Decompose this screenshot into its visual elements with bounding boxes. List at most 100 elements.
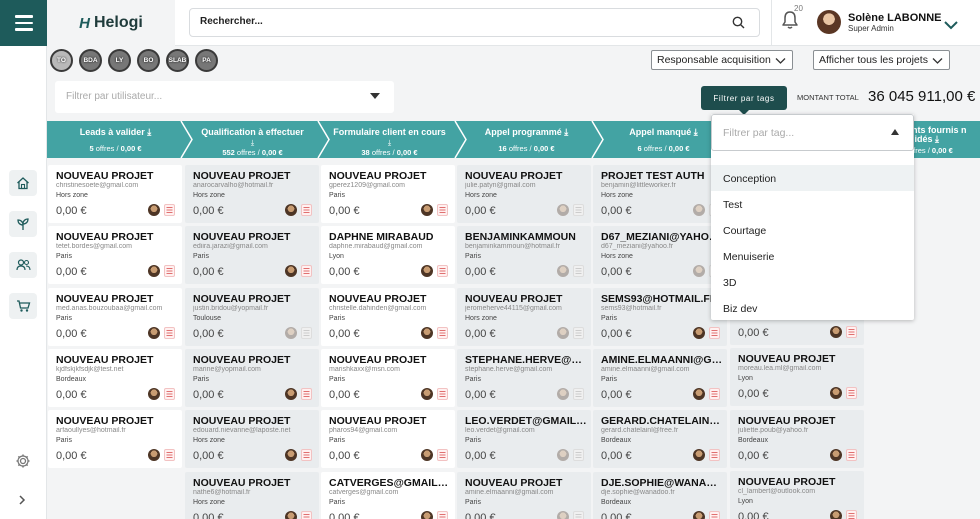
assignee-avatar[interactable] xyxy=(421,327,433,339)
list-icon[interactable] xyxy=(846,510,857,519)
list-icon[interactable] xyxy=(437,449,448,461)
user-filter-input[interactable] xyxy=(66,91,356,102)
assignee-avatar[interactable] xyxy=(557,204,569,216)
project-card[interactable]: D67_MEZIANI@YAHOO.FR d67_meziani@yahoo.fr… xyxy=(593,226,727,284)
assignee-avatar[interactable] xyxy=(830,449,842,461)
list-icon[interactable] xyxy=(437,204,448,216)
assignee-avatar[interactable] xyxy=(557,327,569,339)
tag-filter-input[interactable] xyxy=(723,127,873,139)
list-icon[interactable] xyxy=(437,327,448,339)
home-icon[interactable] xyxy=(9,170,37,196)
list-icon[interactable] xyxy=(709,388,720,400)
project-card[interactable]: NOUVEAU PROJET ediira.jarazi@gmail.com Par… xyxy=(185,226,319,284)
assignee-avatar[interactable] xyxy=(285,388,297,400)
assignee-avatar[interactable] xyxy=(148,327,160,339)
list-icon[interactable] xyxy=(301,327,312,339)
tag-option[interactable]: Courtage xyxy=(711,217,914,243)
tag-filter-field[interactable] xyxy=(711,114,914,151)
users-icon[interactable] xyxy=(9,252,37,278)
project-card[interactable]: SEMS93@HOTMAIL.FR sems93@hotmail.fr Paris 0… xyxy=(593,288,727,346)
project-card[interactable]: BENJAMINKAMMOUN benjaminkammoun@hotmail.f… xyxy=(457,226,591,284)
list-icon[interactable] xyxy=(164,204,175,216)
assignee-avatar[interactable] xyxy=(557,388,569,400)
user-avatar[interactable]: TO xyxy=(50,49,73,72)
assignee-avatar[interactable] xyxy=(421,449,433,461)
list-icon[interactable] xyxy=(437,265,448,277)
list-icon[interactable] xyxy=(573,388,584,400)
assignee-avatar[interactable] xyxy=(693,449,705,461)
project-card[interactable]: NOUVEAU PROJET amine.elmaanni@gmail.com Pa… xyxy=(457,472,591,519)
project-card[interactable]: DAPHNE MIRABAUD daphne.mirabaud@gmail.com… xyxy=(321,226,455,284)
assignee-avatar[interactable] xyxy=(557,265,569,277)
project-card[interactable]: NOUVEAU PROJET anarocarvalho@hotmail.fr Ho… xyxy=(185,165,319,223)
project-card[interactable]: NOUVEAU PROJET edouard.nievanne@laposte.n… xyxy=(185,410,319,468)
project-card[interactable]: NOUVEAU PROJET justin.bridou@yopmail.fr To… xyxy=(185,288,319,346)
tag-option[interactable]: Menuiserie xyxy=(711,243,914,269)
assignee-avatar[interactable] xyxy=(148,204,160,216)
filter-tags-button[interactable]: Filtrer par tags xyxy=(701,86,787,115)
user-avatar[interactable]: SLAB xyxy=(166,49,189,72)
project-card[interactable]: NOUVEAU PROJET cl_lambert@outlook.com Lyon… xyxy=(730,471,864,519)
user-avatar[interactable]: LY xyxy=(108,49,131,72)
assignee-avatar[interactable] xyxy=(285,511,297,519)
user-avatar[interactable]: BO xyxy=(137,49,160,72)
search-input[interactable] xyxy=(200,16,700,27)
caret-up-icon[interactable] xyxy=(891,129,899,135)
project-card[interactable]: NOUVEAU PROJET christinesoete@gmail.com Ho… xyxy=(48,165,182,223)
tag-option[interactable]: Conception xyxy=(711,165,914,191)
project-card[interactable]: LEO.VERDET@GMAIL.COMleo.verdet@gmail.com… xyxy=(457,410,591,468)
assignee-avatar[interactable] xyxy=(830,387,842,399)
project-card[interactable]: NOUVEAU PROJET moreau.lea.ml@gmail.com Lyo… xyxy=(730,348,864,406)
list-icon[interactable] xyxy=(164,327,175,339)
list-icon[interactable] xyxy=(573,511,584,519)
menu-icon[interactable] xyxy=(0,0,47,46)
assignee-avatar[interactable] xyxy=(693,327,705,339)
avatar[interactable] xyxy=(817,10,841,34)
assignee-avatar[interactable] xyxy=(285,449,297,461)
list-icon[interactable] xyxy=(573,265,584,277)
assignee-avatar[interactable] xyxy=(693,388,705,400)
list-icon[interactable] xyxy=(846,387,857,399)
assignee-avatar[interactable] xyxy=(693,204,705,216)
assignee-avatar[interactable] xyxy=(421,204,433,216)
assignee-avatar[interactable] xyxy=(148,388,160,400)
role-select[interactable]: Responsable acquisition xyxy=(651,50,793,70)
chevron-right-icon[interactable] xyxy=(17,493,27,511)
project-card[interactable]: NOUVEAU PROJET jeromeherve44115@gmail.com… xyxy=(457,288,591,346)
list-icon[interactable] xyxy=(573,327,584,339)
project-card[interactable]: NOUVEAU PROJET nathe6@hotmail.fr Hors zone… xyxy=(185,472,319,519)
project-card[interactable]: GERARD.CHATELAIN@FREEgerard.chatelainl@f… xyxy=(593,410,727,468)
tag-option[interactable]: 3D xyxy=(711,269,914,295)
logo[interactable]: H Helogi xyxy=(47,0,175,46)
project-card[interactable]: NOUVEAU PROJET pharos94@gmail.com Paris 0,0… xyxy=(321,410,455,468)
list-icon[interactable] xyxy=(709,449,720,461)
assignee-avatar[interactable] xyxy=(285,265,297,277)
search-box[interactable] xyxy=(189,8,760,37)
user-filter[interactable] xyxy=(55,81,394,113)
projects-select[interactable]: Afficher tous les projets xyxy=(813,50,950,70)
cart-icon[interactable] xyxy=(9,293,37,319)
list-icon[interactable] xyxy=(846,449,857,461)
search-icon[interactable] xyxy=(732,16,745,34)
list-icon[interactable] xyxy=(301,204,312,216)
list-icon[interactable] xyxy=(846,326,857,338)
list-icon[interactable] xyxy=(301,388,312,400)
project-card[interactable]: AMINE.ELMAANNI@GMAILamine.elmaanni@gmail… xyxy=(593,349,727,407)
project-card[interactable]: NOUVEAU PROJET marishkaxx@msn.com Paris 0,0… xyxy=(321,349,455,407)
tag-option[interactable]: Test xyxy=(711,191,914,217)
bell-icon[interactable] xyxy=(781,10,799,35)
project-card[interactable]: NOUVEAU PROJET julie.patyn@gmail.com Hors … xyxy=(457,165,591,223)
project-card[interactable]: NOUVEAU PROJET arfaoullyes@hotmail.fr Pari… xyxy=(48,410,182,468)
project-card[interactable]: NOUVEAU PROJET juliette.poub@yahoo.fr Bord… xyxy=(730,410,864,468)
list-icon[interactable] xyxy=(437,511,448,519)
user-avatar[interactable]: PA xyxy=(195,49,218,72)
list-icon[interactable] xyxy=(301,265,312,277)
gear-icon[interactable] xyxy=(15,453,31,474)
assignee-avatar[interactable] xyxy=(557,511,569,519)
assignee-avatar[interactable] xyxy=(421,388,433,400)
project-card[interactable]: NOUVEAU PROJET marine@yopmail.com Paris 0,0… xyxy=(185,349,319,407)
assignee-avatar[interactable] xyxy=(148,265,160,277)
plant-icon[interactable] xyxy=(9,211,37,237)
user-avatar[interactable]: BDA xyxy=(79,49,102,72)
caret-down-icon[interactable] xyxy=(370,93,380,99)
